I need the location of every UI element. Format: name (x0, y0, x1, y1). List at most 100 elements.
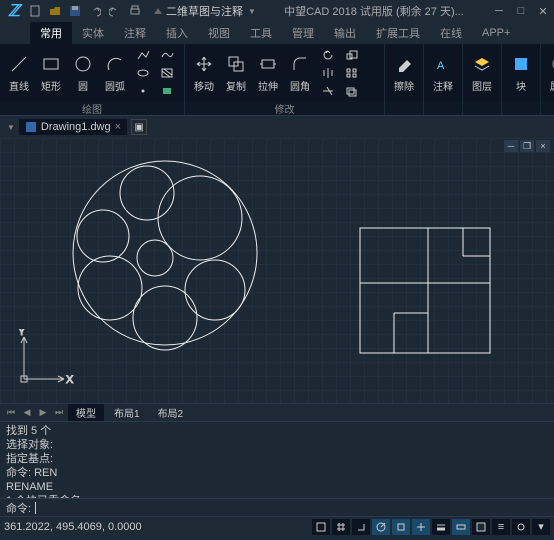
otrack-toggle[interactable] (412, 519, 430, 535)
drawing-canvas[interactable]: ─ ❐ × Y X (0, 138, 554, 403)
save-icon[interactable] (68, 4, 82, 18)
scale-icon[interactable] (341, 47, 363, 63)
dyn-toggle[interactable] (452, 519, 470, 535)
layout-2[interactable]: 布局2 (150, 404, 192, 421)
coordinates: 361.2022, 495.4069, 0.0000 (4, 521, 142, 533)
cycle-toggle[interactable] (512, 519, 530, 535)
doctab-close[interactable]: × (115, 121, 121, 133)
layout-1[interactable]: 布局1 (106, 404, 148, 421)
tab-solid[interactable]: 实体 (72, 22, 114, 44)
hatch-icon[interactable] (156, 65, 178, 81)
tab-online[interactable]: 在线 (430, 22, 472, 44)
dwg-icon (25, 121, 37, 133)
command-input[interactable] (40, 502, 548, 514)
layout-first[interactable]: ⏮ (4, 406, 18, 420)
tab-tools[interactable]: 工具 (240, 22, 282, 44)
window-controls: ─ □ ✕ (492, 4, 550, 18)
cursor (35, 502, 36, 514)
status-toggles: ≡ ▾ (312, 519, 550, 535)
command-window: 找到 5 个 选择对象: 指定基点: 命令: REN RENAME 1 个块已重… (0, 421, 554, 516)
polyline-icon[interactable] (132, 47, 154, 63)
region-icon[interactable] (156, 83, 178, 99)
tab-common[interactable]: 常用 (30, 22, 72, 44)
tab-manage[interactable]: 管理 (282, 22, 324, 44)
point-icon[interactable] (132, 83, 154, 99)
rotate-icon[interactable] (317, 47, 339, 63)
ellipse-icon[interactable] (132, 65, 154, 81)
snap-toggle[interactable] (312, 519, 330, 535)
layout-last[interactable]: ⏭ (52, 406, 66, 420)
doc-minimize[interactable]: ─ (504, 140, 518, 152)
panel-props: 属性 (541, 44, 554, 115)
polar-toggle[interactable] (372, 519, 390, 535)
tab-app[interactable]: APP+ (472, 24, 520, 42)
panel-annotate: A注释 (424, 44, 463, 115)
document-tabs: ▼ Drawing1.dwg × ▣ (0, 116, 554, 138)
arc-icon (103, 52, 127, 76)
circle-icon (71, 52, 95, 76)
open-icon[interactable] (48, 4, 62, 18)
offset-icon[interactable] (341, 83, 363, 99)
layout-model[interactable]: 模型 (68, 404, 104, 421)
rect-button[interactable]: 矩形 (36, 52, 66, 93)
line-button[interactable]: 直线 (4, 52, 34, 93)
more-toggle[interactable]: ▾ (532, 519, 550, 535)
ortho-toggle[interactable] (352, 519, 370, 535)
annotate-button[interactable]: A注释 (428, 52, 458, 93)
maximize-button[interactable]: □ (514, 4, 528, 18)
erase-button[interactable]: 擦除 (389, 52, 419, 93)
app-logo: ℤ (4, 1, 24, 21)
doc-close[interactable]: × (536, 140, 550, 152)
command-input-line[interactable]: 命令: (0, 498, 554, 516)
cmd-line: 命令: REN (6, 466, 548, 480)
close-button[interactable]: ✕ (536, 4, 550, 18)
doctab-drawing1[interactable]: Drawing1.dwg × (19, 119, 127, 135)
tab-view[interactable]: 视图 (198, 22, 240, 44)
circle-button[interactable]: 圆 (68, 52, 98, 93)
mirror-icon[interactable] (317, 65, 339, 81)
panel-draw-label: 绘图 (0, 101, 184, 115)
redo-icon[interactable] (108, 4, 122, 18)
doc-restore[interactable]: ❐ (520, 140, 534, 152)
tab-annotate[interactable]: 注释 (114, 22, 156, 44)
tab-insert[interactable]: 插入 (156, 22, 198, 44)
spline-icon[interactable] (156, 47, 178, 63)
trim-icon[interactable] (317, 83, 339, 99)
print-icon[interactable] (128, 4, 142, 18)
arc-button[interactable]: 圆弧 (100, 52, 130, 93)
minimize-button[interactable]: ─ (492, 4, 506, 18)
new-icon[interactable] (28, 4, 42, 18)
layout-prev[interactable]: ◀ (20, 406, 34, 420)
undo-icon[interactable] (88, 4, 102, 18)
move-button[interactable]: 移动 (189, 52, 219, 93)
fillet-button[interactable]: 圆角 (285, 52, 315, 93)
doctab-dropdown[interactable]: ▼ (7, 123, 15, 132)
modify-stack2 (341, 47, 363, 99)
layer-button[interactable]: 图层 (467, 52, 497, 93)
rect-icon (39, 52, 63, 76)
workspace-selector[interactable]: 二维草图与注释 ▼ (154, 3, 256, 19)
tab-output[interactable]: 输出 (324, 22, 366, 44)
osnap-toggle[interactable] (392, 519, 410, 535)
workspace-label: 二维草图与注释 (166, 3, 243, 19)
panel-erase: 擦除 (385, 44, 424, 115)
cmd-line: 指定基点: (6, 452, 548, 466)
block-button[interactable]: 块 (506, 52, 536, 93)
model-toggle[interactable] (472, 519, 490, 535)
tab-extend[interactable]: 扩展工具 (366, 22, 430, 44)
lwt-toggle[interactable] (432, 519, 450, 535)
palette-icon (548, 52, 554, 76)
doctab-new[interactable]: ▣ (131, 119, 147, 135)
layout-next[interactable]: ▶ (36, 406, 50, 420)
quick-access-toolbar (28, 4, 142, 18)
draw-stack2 (156, 47, 178, 99)
copy-button[interactable]: 复制 (221, 52, 251, 93)
stretch-button[interactable]: 拉伸 (253, 52, 283, 93)
props-button[interactable]: 属性 (545, 52, 554, 93)
menu-toggle[interactable]: ≡ (492, 519, 510, 535)
array-icon[interactable] (341, 65, 363, 81)
grid-toggle[interactable] (332, 519, 350, 535)
erase-icon (392, 52, 416, 76)
draw-stack (132, 47, 154, 99)
panel-modify-label: 修改 (185, 101, 384, 115)
